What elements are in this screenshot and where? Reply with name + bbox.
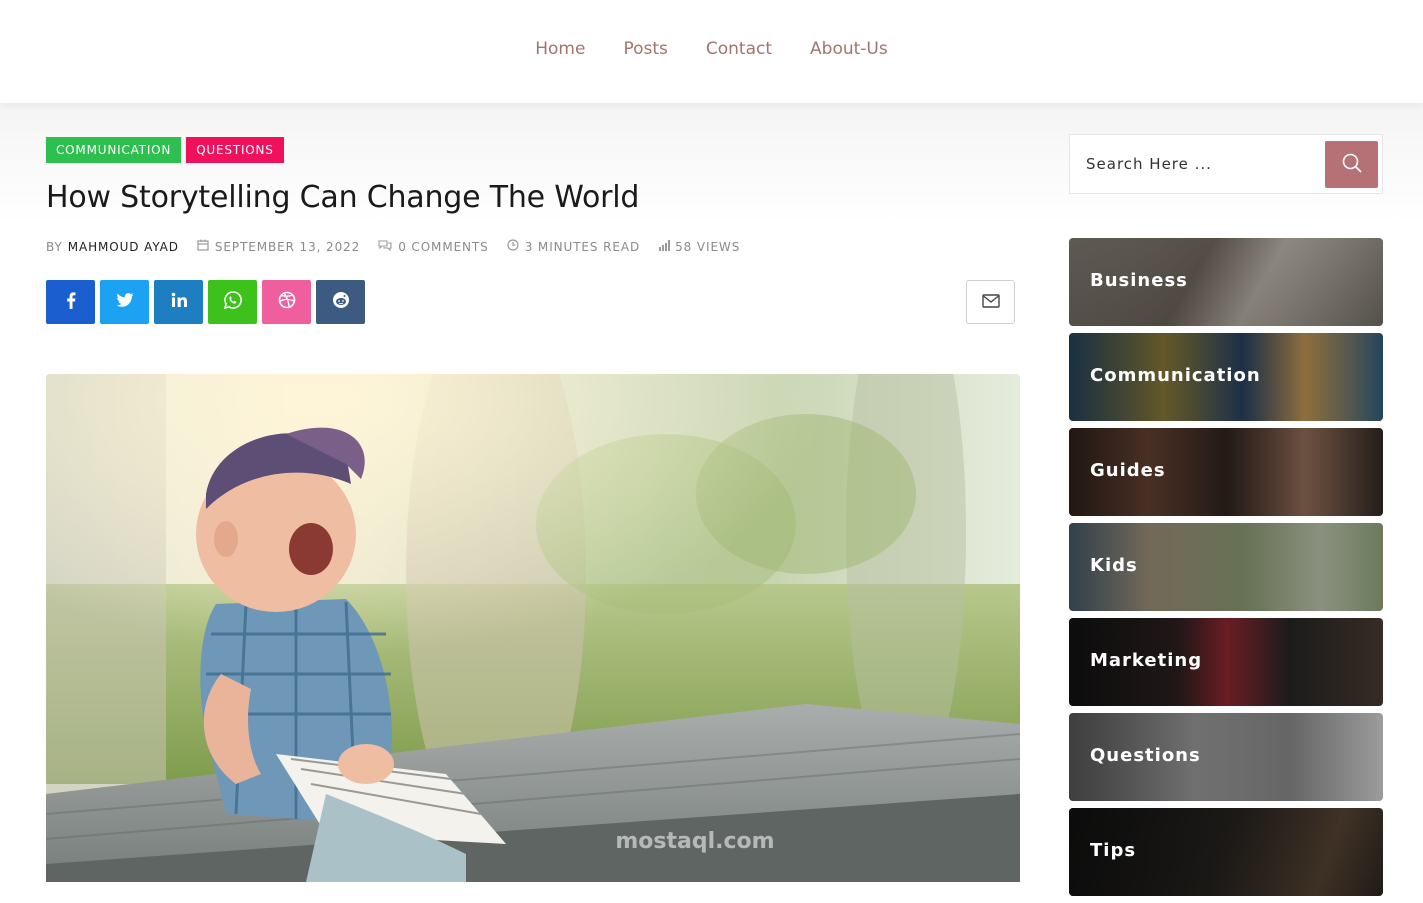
tag-communication[interactable]: COMMUNICATION [46, 137, 182, 163]
category-label: Business [1090, 270, 1188, 291]
meta-author-name[interactable]: MAHMOUD AYAD [68, 240, 179, 254]
category-label: Questions [1090, 745, 1201, 766]
nav-contact[interactable]: Contact [706, 37, 772, 61]
whatsapp-icon [223, 290, 243, 315]
nav-about-us[interactable]: About-Us [810, 37, 888, 61]
comments-icon [378, 239, 392, 254]
meta-date: SEPTEMBER 13, 2022 [197, 239, 360, 254]
category-label: Kids [1090, 555, 1138, 576]
meta-views-text: 58 VIEWS [675, 239, 741, 254]
main-nav: Home Posts Contact About-Us [0, 37, 1423, 61]
post-featured-image: mostaql.com [46, 374, 1020, 882]
category-label: Communication [1090, 365, 1261, 386]
category-label: Tips [1090, 840, 1137, 861]
share-whatsapp-button[interactable] [208, 280, 257, 324]
post-tags: COMMUNICATION QUESTIONS [46, 137, 284, 163]
share-twitter-button[interactable] [100, 280, 149, 324]
category-communication[interactable]: Communication [1069, 333, 1383, 421]
category-tips[interactable]: Tips [1069, 808, 1383, 896]
post-meta: BY MAHMOUD AYAD SEPTEMBER 13, 2022 0 COM… [46, 239, 758, 254]
calendar-icon [197, 239, 209, 254]
meta-comments[interactable]: 0 COMMENTS [378, 239, 489, 254]
nav-home[interactable]: Home [535, 37, 585, 61]
post-title: How Storytelling Can Change The World [46, 180, 640, 215]
search-button[interactable] [1325, 141, 1378, 188]
search-input[interactable] [1070, 135, 1320, 193]
dribbble-icon [277, 290, 297, 315]
nav-posts[interactable]: Posts [623, 37, 667, 61]
linkedin-icon [169, 290, 189, 315]
category-guides[interactable]: Guides [1069, 428, 1383, 516]
boy-reading-photo [46, 374, 1020, 882]
envelope-icon [981, 293, 1000, 312]
share-buttons [46, 280, 365, 324]
share-email-button[interactable] [966, 280, 1015, 324]
sidebar-search [1069, 134, 1383, 194]
tag-questions[interactable]: QUESTIONS [186, 137, 284, 163]
meta-comments-text: 0 COMMENTS [398, 239, 489, 254]
meta-by-label: BY [46, 239, 63, 254]
reddit-icon [331, 290, 351, 315]
category-marketing[interactable]: Marketing [1069, 618, 1383, 706]
search-icon [1341, 152, 1363, 178]
category-kids[interactable]: Kids [1069, 523, 1383, 611]
share-reddit-button[interactable] [316, 280, 365, 324]
clock-icon [507, 239, 519, 254]
meta-author: BY MAHMOUD AYAD [46, 240, 179, 254]
category-label: Guides [1090, 460, 1166, 481]
category-label: Marketing [1090, 650, 1203, 671]
meta-read-time: 3 MINUTES READ [507, 239, 640, 254]
share-linkedin-button[interactable] [154, 280, 203, 324]
meta-views: 58 VIEWS [658, 239, 740, 254]
twitter-icon [115, 290, 135, 315]
meta-read-time-text: 3 MINUTES READ [524, 239, 641, 254]
category-questions[interactable]: Questions [1069, 713, 1383, 801]
facebook-icon [61, 290, 81, 315]
category-business[interactable]: Business [1069, 238, 1383, 326]
watermark-text: mostaql.com [615, 829, 775, 854]
signal-bars-icon [658, 239, 672, 254]
share-facebook-button[interactable] [46, 280, 95, 324]
meta-date-text: SEPTEMBER 13, 2022 [214, 239, 361, 254]
site-header: Home Posts Contact About-Us [0, 0, 1423, 103]
share-dribbble-button[interactable] [262, 280, 311, 324]
category-list: Business Communication Guides Kids Marke… [1069, 238, 1383, 903]
